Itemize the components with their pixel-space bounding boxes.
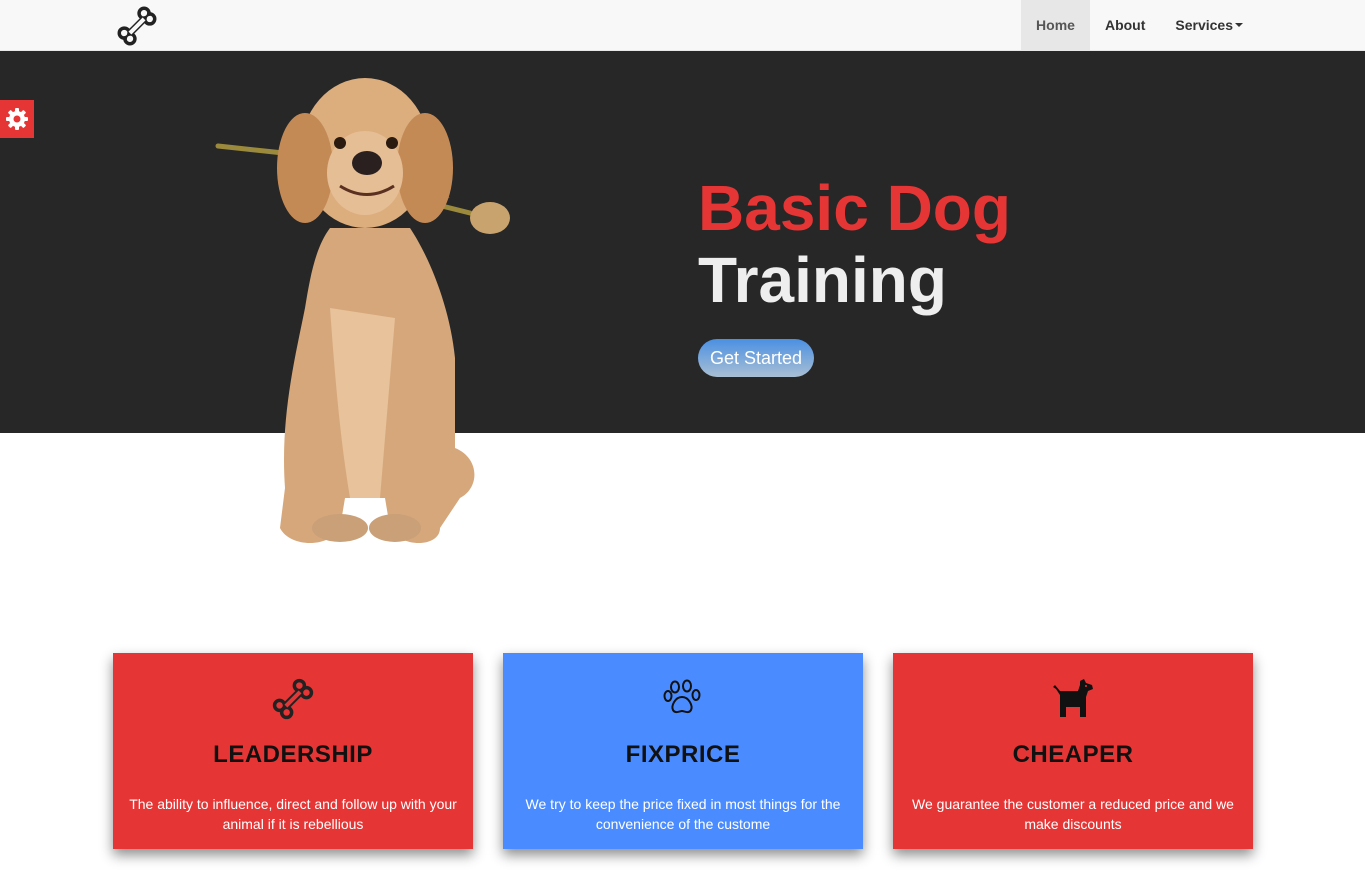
nav-services-dropdown[interactable]: Services <box>1160 0 1258 50</box>
paw-icon <box>663 679 701 714</box>
get-started-button[interactable]: Get Started <box>698 339 814 377</box>
hero-title-line2: Training <box>698 244 947 316</box>
caret-down-icon <box>1235 23 1243 27</box>
dog-icon <box>1053 679 1093 717</box>
dog-image <box>215 78 510 543</box>
card-leadership: LEADERSHIP The ability to influence, dir… <box>113 653 473 849</box>
nav-home[interactable]: Home <box>1021 0 1090 50</box>
card-title: LEADERSHIP <box>213 741 373 768</box>
settings-toggle[interactable] <box>0 100 34 138</box>
card-cheaper: CHEAPER We guarantee the customer a redu… <box>893 653 1253 849</box>
hero-section <box>0 51 1365 433</box>
hero-title-line1: Basic Dog <box>698 172 1011 244</box>
navbar: Home About Services <box>0 0 1365 51</box>
card-text: We guarantee the customer a reduced pric… <box>912 796 1234 832</box>
card-title: CHEAPER <box>1012 741 1134 768</box>
main-nav: Home About Services <box>1021 0 1258 50</box>
brand-logo[interactable] <box>114 4 160 48</box>
card-text: We try to keep the price fixed in most t… <box>525 796 841 832</box>
nav-about[interactable]: About <box>1090 0 1160 50</box>
card-text: The ability to influence, direct and fol… <box>129 796 457 832</box>
card-fixprice: FIXPRICE We try to keep the price fixed … <box>503 653 863 849</box>
card-title: FIXPRICE <box>625 741 741 768</box>
bone-icon <box>117 6 157 46</box>
hero-title: Basic Dog Training <box>698 172 1011 316</box>
gear-icon <box>6 108 28 130</box>
bone-icon <box>272 678 314 720</box>
